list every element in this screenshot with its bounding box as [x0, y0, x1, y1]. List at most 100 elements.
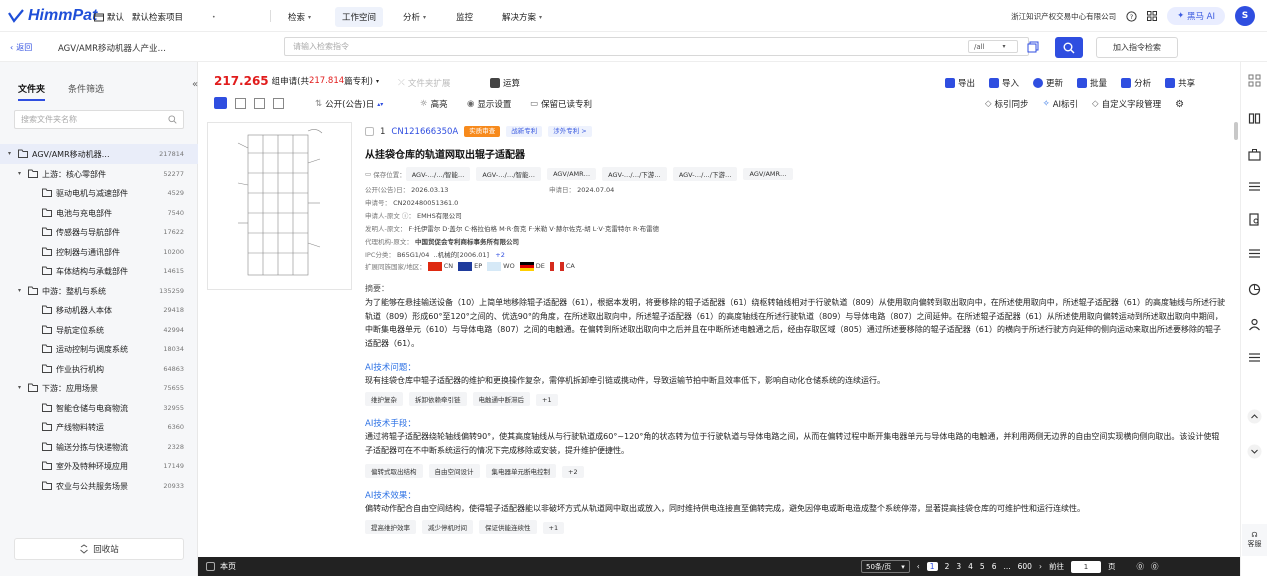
save-path-chip[interactable]: AGV/AMR… — [743, 168, 793, 180]
folder-tree-item[interactable]: 车体结构与承载部件 14615 — [0, 261, 198, 281]
list-icon[interactable] — [1248, 247, 1261, 260]
scroll-bottom-icon[interactable] — [1247, 444, 1262, 459]
keyword-chip[interactable]: 自由空间设计 — [428, 464, 480, 478]
highlight-button[interactable]: ☼ 高亮 — [420, 98, 448, 110]
folder-tree-item[interactable]: 农业与公共服务场景 20933 — [0, 476, 198, 496]
family-ep[interactable]: EP — [474, 262, 482, 270]
ai-assistant-button[interactable]: ✦ 黑马 AI — [1167, 7, 1225, 25]
nav-analysis[interactable]: 分析 ▾ — [403, 11, 426, 23]
nav-search[interactable]: 检索 ▾ — [288, 11, 311, 23]
update-button[interactable]: 更新 — [1033, 77, 1063, 89]
share-button[interactable]: 共享 — [1165, 77, 1195, 89]
family-de[interactable]: DE — [536, 262, 545, 270]
pie-chart-icon[interactable] — [1248, 283, 1261, 296]
export-button[interactable]: 导出 — [945, 77, 975, 89]
keyword-chip[interactable]: 偏转式取出结构 — [365, 464, 423, 478]
himmpat-logo[interactable]: HimmPat — [8, 7, 97, 25]
folder-tree-item[interactable]: 室外及特种环境应用 17149 — [0, 456, 198, 476]
keyword-chip[interactable]: 拆卸依赖牵引链 — [409, 392, 467, 406]
prev-page-icon[interactable]: ‹ — [917, 562, 920, 571]
folder-search-input[interactable]: 搜索文件夹名称 — [14, 110, 184, 129]
expand-down-icon[interactable]: ⓪ — [1151, 561, 1159, 572]
patent-number-link[interactable]: CN121666350A — [391, 127, 458, 137]
scrollbar-thumb[interactable] — [1234, 122, 1238, 140]
project-selector[interactable]: 默认 默认检索项目 • — [94, 11, 216, 23]
list-view-icon[interactable] — [214, 97, 227, 109]
chevron-down-icon[interactable]: ▾ — [18, 170, 21, 177]
analyze-button[interactable]: 分析 — [1121, 77, 1151, 89]
ai-tag-button[interactable]: ✧ AI标引 — [1043, 98, 1078, 110]
people-icon[interactable] — [1248, 318, 1261, 331]
ipc-code[interactable]: B65G1/04 — [397, 251, 429, 259]
folder-expand-button[interactable]: ⤫ 文件夹扩展 — [398, 77, 450, 89]
collapse-up-icon[interactable]: ⓪ — [1136, 561, 1144, 572]
chevron-down-icon[interactable]: ▾ — [8, 150, 11, 157]
folder-tree-item[interactable]: ▾ AGV/AMR移动机器… 217814 — [0, 144, 198, 164]
folder-tree-item[interactable]: 控制器与通讯部件 10200 — [0, 242, 198, 262]
collapse-sidebar-icon[interactable]: « — [192, 79, 198, 90]
page-number[interactable]: 5 — [980, 562, 985, 571]
keyword-chip[interactable]: 保证供能连续性 — [479, 520, 537, 534]
keep-read-button[interactable]: ▭ 保留已读专利 — [530, 98, 592, 110]
operate-button[interactable]: 运算 — [490, 77, 520, 89]
save-path-chip[interactable]: AGV-…/…/下游… — [672, 167, 738, 181]
chevron-down-icon[interactable]: ▾ — [18, 384, 21, 391]
gear-icon[interactable]: ⚙ — [1175, 99, 1184, 110]
ipc-more[interactable]: +2 — [495, 251, 505, 259]
select-page-checkbox[interactable] — [206, 562, 215, 571]
import-button[interactable]: 导入 — [989, 77, 1019, 89]
chevron-down-icon[interactable]: ▾ — [376, 78, 379, 85]
keyword-chip[interactable]: 电触通中断滞后 — [472, 392, 530, 406]
filter-list-icon[interactable] — [1248, 180, 1261, 193]
page-number-active[interactable]: 1 — [926, 562, 938, 571]
document-search-icon[interactable] — [1248, 213, 1261, 226]
page-number[interactable]: 2 — [945, 562, 950, 571]
select-checkbox[interactable] — [365, 127, 374, 136]
folder-tree-item[interactable]: 导航定位系统 42994 — [0, 320, 198, 340]
keyword-chip[interactable]: 集电器单元断电控制 — [485, 464, 556, 478]
folder-tree-item[interactable]: ▾ 中游：整机与系统 135259 — [0, 281, 198, 301]
folder-tree-item[interactable]: ▾ 下游：应用场景 75655 — [0, 378, 198, 398]
patent-title[interactable]: 从挂袋仓库的轨道网取出辊子适配器 — [365, 146, 525, 161]
compact-view-icon[interactable] — [273, 97, 284, 109]
image-view-icon[interactable] — [254, 97, 265, 109]
briefcase-icon[interactable] — [1248, 148, 1261, 161]
copy-icon[interactable] — [1027, 41, 1039, 53]
page-number[interactable]: 600 — [1018, 562, 1032, 571]
more-chip[interactable]: +1 — [536, 394, 558, 406]
folder-tree-item[interactable]: 输送分拣与快递物流 2328 — [0, 437, 198, 457]
save-path-chip[interactable]: AGV/AMR… — [547, 168, 597, 180]
tab-condition-filter[interactable]: 条件筛选 — [68, 82, 104, 95]
avatar[interactable]: S — [1235, 6, 1255, 26]
add-to-search-button[interactable]: 加入指令检索 — [1096, 37, 1178, 58]
recycle-bin-button[interactable]: 回收站 — [14, 538, 184, 560]
next-page-icon[interactable]: › — [1039, 562, 1042, 571]
folder-tree-item[interactable]: 电池与充电部件 7540 — [0, 203, 198, 223]
customer-service-button[interactable]: ☊ 客服 — [1242, 524, 1267, 556]
search-input[interactable]: 请输入检索指令 — [284, 37, 1029, 56]
family-cn[interactable]: CN — [444, 262, 453, 270]
scroll-top-icon[interactable] — [1247, 409, 1262, 424]
folder-tree-item[interactable]: 产线物料转运 6360 — [0, 417, 198, 437]
keyword-chip[interactable]: 提高维护效率 — [365, 520, 416, 534]
search-button[interactable] — [1055, 37, 1083, 58]
custom-field-button[interactable]: ◇ 自定义字段管理 — [1092, 98, 1161, 110]
keyword-chip[interactable]: 维护复杂 — [365, 392, 403, 406]
page-number[interactable]: 4 — [968, 562, 973, 571]
grid-icon[interactable] — [1248, 74, 1261, 87]
nav-monitor[interactable]: 监控 — [456, 11, 473, 23]
folder-tree-item[interactable]: 移动机器人本体 29418 — [0, 300, 198, 320]
help-icon[interactable]: ? — [1126, 10, 1137, 22]
tab-folders[interactable]: 文件夹 — [18, 82, 46, 101]
display-settings-button[interactable]: ◉ 显示设置 — [467, 98, 511, 110]
save-path-chip[interactable]: AGV-…/…/智能… — [405, 167, 471, 181]
back-button[interactable]: ‹ 返回 — [10, 42, 32, 53]
keyword-chip[interactable]: 减少停机时间 — [422, 520, 473, 534]
apps-grid-icon[interactable] — [1147, 11, 1158, 21]
scope-select[interactable]: /all ▾ — [968, 40, 1018, 53]
nav-workspace[interactable]: 工作空间 — [335, 7, 384, 27]
folder-tree-item[interactable]: 运动控制与调度系统 18034 — [0, 339, 198, 359]
page-number[interactable]: 6 — [992, 562, 997, 571]
nav-solutions[interactable]: 解决方案 ▾ — [502, 11, 542, 23]
grid-view-icon[interactable] — [235, 97, 246, 109]
